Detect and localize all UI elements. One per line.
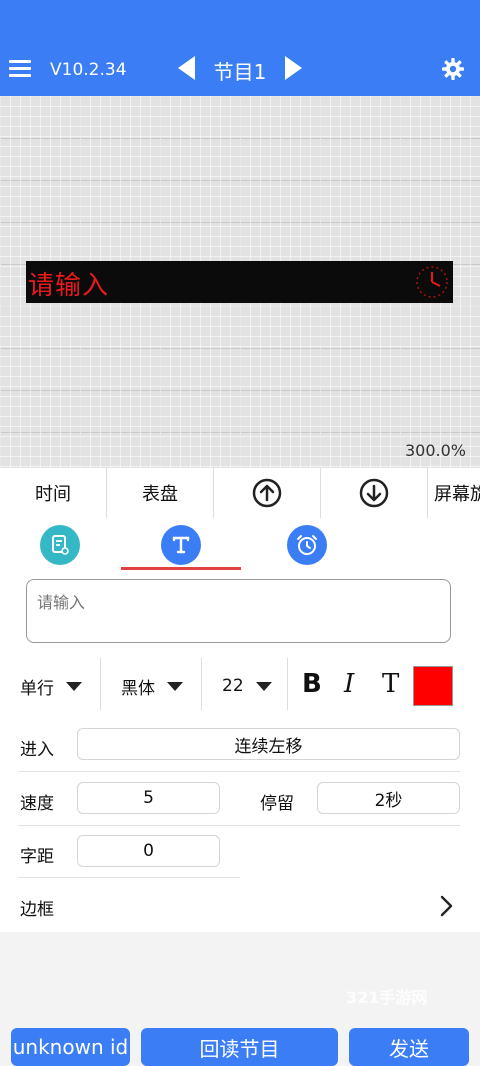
font-value: 黑体 <box>121 678 155 699</box>
alarm-clock-icon <box>287 525 327 565</box>
settings-gear-icon[interactable] <box>441 57 465 81</box>
text-icon <box>161 525 201 565</box>
program-title: 节目1 <box>213 60 267 84</box>
time-button[interactable]: 时间 <box>0 468 107 518</box>
divider <box>201 658 202 710</box>
led-text: 请输入 <box>28 271 110 301</box>
text-content-input[interactable] <box>26 579 451 643</box>
line-mode-select[interactable]: 单行 <box>20 658 82 714</box>
screen-rotate-button[interactable]: 屏幕旋 <box>428 468 480 518</box>
font-select[interactable]: 黑体 <box>121 658 183 714</box>
bold-button[interactable]: B <box>302 666 322 702</box>
unknown-id-button[interactable]: unknown id <box>11 1028 130 1066</box>
divider <box>287 658 288 710</box>
divider <box>18 771 460 772</box>
led-preview-canvas[interactable]: 请输入 300.0% <box>0 96 480 468</box>
tab-alarm[interactable] <box>247 518 367 572</box>
document-settings-icon <box>40 525 80 565</box>
spacing-field[interactable]: 0 <box>77 835 220 867</box>
speed-label: 速度 <box>20 794 54 814</box>
stay-label: 停留 <box>260 794 294 814</box>
clock-dial-icon <box>416 266 448 298</box>
italic-button[interactable]: I <box>344 666 354 702</box>
next-program-icon[interactable] <box>285 56 302 80</box>
arrow-up-icon <box>252 478 282 508</box>
speed-field[interactable]: 5 <box>77 782 220 814</box>
read-back-program-button[interactable]: 回读节目 <box>141 1028 338 1066</box>
active-tab-underline <box>121 567 241 570</box>
zoom-level: 300.0% <box>404 441 466 460</box>
font-size-select[interactable]: 22 <box>222 658 272 714</box>
menu-icon[interactable] <box>9 60 31 78</box>
line-mode-value: 单行 <box>20 678 54 699</box>
text-style-button[interactable]: T <box>382 666 399 702</box>
bottom-bar: 321手游网 unknown id 回读节目 发送 <box>0 932 480 1066</box>
chevron-down-icon <box>255 681 272 691</box>
divider <box>18 825 460 826</box>
program-toolbar: 时间 表盘 屏幕旋 <box>0 468 480 519</box>
send-button[interactable]: 发送 <box>349 1028 469 1066</box>
tab-text[interactable] <box>121 518 241 572</box>
enter-effect-select[interactable]: 连续左移 <box>77 728 460 760</box>
chevron-down-icon <box>167 681 183 691</box>
chevron-right-icon[interactable] <box>438 894 454 918</box>
spacing-label: 字距 <box>20 847 54 867</box>
chevron-down-icon <box>66 681 82 691</box>
content-tabs <box>0 518 480 573</box>
stay-field[interactable]: 2秒 <box>317 782 460 814</box>
enter-label: 进入 <box>20 740 54 760</box>
text-settings-panel: 单行 黑体 22 B I T 进入 连续左移 速度 5 停留 2秒 字距 0 边… <box>0 572 480 932</box>
led-screen[interactable]: 请输入 <box>26 261 453 303</box>
move-up-button[interactable] <box>214 468 321 518</box>
divider <box>100 658 101 710</box>
move-down-button[interactable] <box>321 468 428 518</box>
divider <box>18 877 240 878</box>
tab-document[interactable] <box>0 518 120 572</box>
font-settings-row: 单行 黑体 22 B I T <box>0 658 480 714</box>
watermark: 321手游网 <box>346 988 428 1007</box>
border-label: 边框 <box>20 900 54 920</box>
arrow-down-icon <box>359 478 389 508</box>
text-color-swatch[interactable] <box>413 666 453 706</box>
version-label: V10.2.34 <box>50 60 127 80</box>
dial-button[interactable]: 表盘 <box>107 468 214 518</box>
app-header: V10.2.34 节目1 <box>0 0 480 96</box>
previous-program-icon[interactable] <box>178 56 195 80</box>
font-size-value: 22 <box>222 676 244 696</box>
